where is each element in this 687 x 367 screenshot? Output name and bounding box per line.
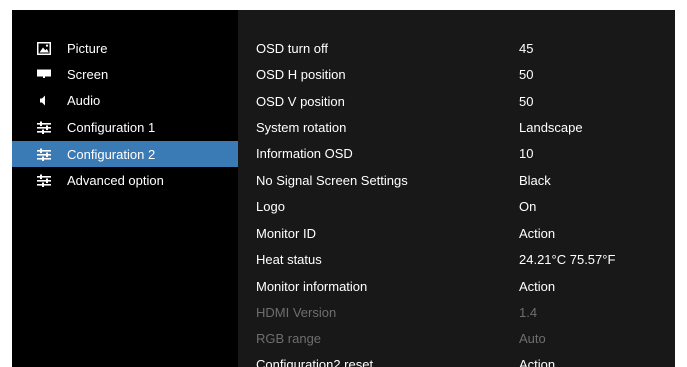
setting-row-system-rotation[interactable]: System rotation Landscape — [238, 115, 675, 141]
setting-value: 1.4 — [519, 305, 538, 320]
setting-row-monitor-information[interactable]: Monitor information Action — [238, 274, 675, 300]
setting-row-no-signal-screen-settings[interactable]: No Signal Screen Settings Black — [238, 168, 675, 194]
setting-row-information-osd[interactable]: Information OSD 10 — [238, 141, 675, 167]
setting-value: Black — [519, 173, 551, 188]
setting-row-heat-status[interactable]: Heat status 24.21°C 75.57°F — [238, 247, 675, 273]
setting-row-osd-turn-off[interactable]: OSD turn off 45 — [238, 36, 675, 62]
setting-row-osd-v-position[interactable]: OSD V position 50 — [238, 89, 675, 115]
setting-row-hdmi-version: HDMI Version 1.4 — [238, 300, 675, 326]
setting-value: Landscape — [519, 120, 583, 135]
menu-item-label: Configuration 2 — [67, 146, 156, 162]
menu-item-label: Configuration 1 — [67, 119, 156, 135]
setting-name: Logo — [256, 199, 285, 214]
setting-value: 10 — [519, 146, 534, 161]
setting-name: HDMI Version — [256, 305, 337, 320]
menu-item-audio[interactable]: Audio — [12, 87, 238, 113]
menu-item-advanced-option[interactable]: Advanced option — [12, 167, 238, 193]
setting-name: Monitor ID — [256, 226, 316, 241]
setting-row-osd-h-position[interactable]: OSD H position 50 — [238, 62, 675, 88]
setting-row-rgb-range: RGB range Auto — [238, 326, 675, 352]
menu-item-configuration-2[interactable]: Configuration 2 — [12, 141, 238, 167]
setting-value: Action — [519, 357, 556, 367]
setting-value: 50 — [519, 67, 534, 82]
setting-name: Configuration2 reset — [256, 357, 374, 367]
setting-name: Information OSD — [256, 146, 353, 161]
screen-icon — [36, 67, 51, 82]
setting-name: OSD turn off — [256, 41, 329, 56]
setting-value: Action — [519, 279, 556, 294]
menu-item-label: Screen — [67, 66, 109, 82]
setting-value: 50 — [519, 94, 534, 109]
setting-value: 45 — [519, 41, 534, 56]
menu-item-configuration-1[interactable]: Configuration 1 — [12, 114, 238, 140]
setting-name: OSD H position — [256, 67, 346, 82]
sliders-icon — [36, 120, 51, 135]
setting-name: Monitor information — [256, 279, 368, 294]
setting-value: Auto — [519, 331, 546, 346]
sliders-icon — [36, 173, 51, 188]
menu-item-label: Picture — [67, 40, 108, 56]
setting-name: RGB range — [256, 331, 322, 346]
setting-name: System rotation — [256, 120, 347, 135]
speaker-icon — [36, 93, 51, 108]
picture-icon — [36, 41, 51, 56]
settings-panel: OSD turn off 45 OSD H position 50 OSD V … — [238, 10, 675, 367]
setting-row-logo[interactable]: Logo On — [238, 194, 675, 220]
setting-name: No Signal Screen Settings — [256, 173, 408, 188]
sliders-icon — [36, 147, 51, 162]
setting-name: Heat status — [256, 252, 322, 267]
menu-item-label: Audio — [67, 92, 101, 108]
setting-value: 24.21°C 75.57°F — [519, 252, 616, 267]
setting-name: OSD V position — [256, 94, 345, 109]
osd-sidebar-menu: Picture Screen Audio Configuration 1 Con… — [12, 10, 238, 367]
setting-value: Action — [519, 226, 556, 241]
setting-value: On — [519, 199, 537, 214]
osd-screen: Picture Screen Audio Configuration 1 Con… — [12, 10, 675, 367]
menu-item-screen[interactable]: Screen — [12, 61, 238, 87]
setting-row-configuration2-reset[interactable]: Configuration2 reset Action — [238, 352, 675, 367]
setting-row-monitor-id[interactable]: Monitor ID Action — [238, 221, 675, 247]
menu-item-picture[interactable]: Picture — [12, 35, 238, 61]
menu-item-label: Advanced option — [67, 172, 164, 188]
